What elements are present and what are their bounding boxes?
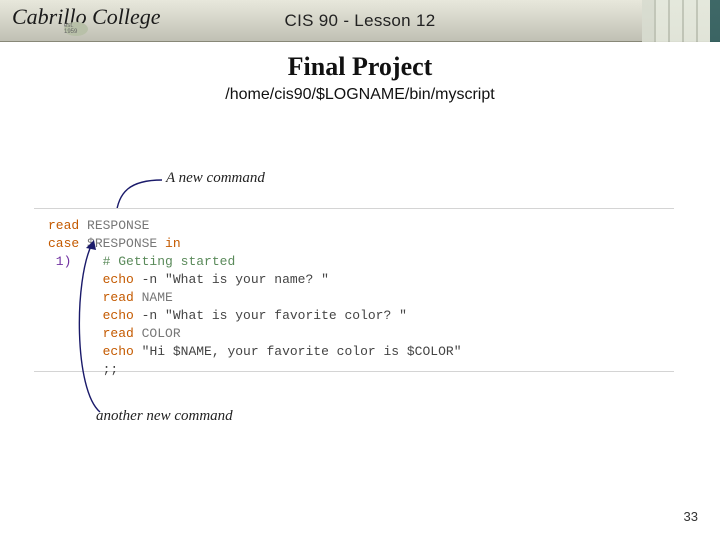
code-token: "Hi $NAME, your favorite color is $COLOR…	[142, 344, 462, 359]
code-token: in	[165, 236, 181, 251]
annotation-bottom: another new command	[96, 408, 233, 425]
code-token: 1)	[48, 254, 71, 269]
arrow-bottom-icon	[70, 240, 130, 420]
page-number: 33	[684, 509, 698, 524]
code-token: read	[48, 218, 79, 233]
script-path: /home/cis90/$LOGNAME/bin/myscript	[0, 86, 720, 104]
code-token	[134, 344, 142, 359]
page-title: Final Project	[0, 52, 720, 82]
code-token: -n	[134, 308, 165, 323]
code-token: NAME	[134, 290, 173, 305]
college-logo-badge: est. 1959	[64, 22, 88, 36]
slide-header: Cabrillo College est. 1959 CIS 90 - Less…	[0, 0, 720, 42]
code-token: RESPONSE	[79, 218, 149, 233]
header-photo-columns	[642, 0, 720, 42]
code-token: COLOR	[134, 326, 181, 341]
annotation-top: A new command	[166, 170, 265, 187]
code-token: "What is your name? "	[165, 272, 329, 287]
code-token: -n	[134, 272, 165, 287]
code-block: read RESPONSE case $RESPONSE in 1) # Get…	[34, 208, 674, 372]
code-token: "What is your favorite color? "	[165, 308, 407, 323]
